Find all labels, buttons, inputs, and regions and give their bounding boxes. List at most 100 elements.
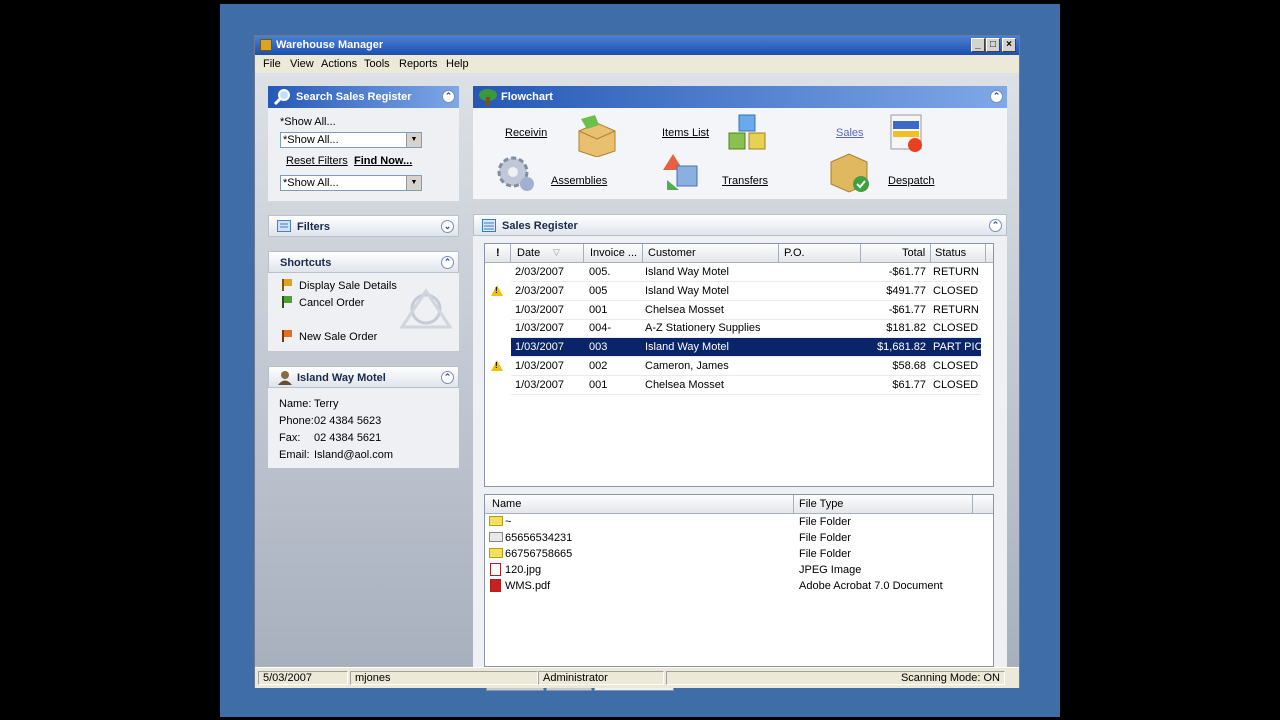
shortcut-cancel-order[interactable]: Cancel Order <box>299 297 364 309</box>
menu-help[interactable]: Help <box>446 58 469 70</box>
flowchart-panel-body: Receivin Items List Sales Assemblies Tra… <box>473 108 1007 199</box>
col-file-type[interactable]: File Type <box>799 498 843 510</box>
cell-date: 1/03/2007 <box>515 303 564 316</box>
cell-customer: Island Way Motel <box>645 341 729 354</box>
search-panel-header[interactable]: Search Sales Register ⌃ <box>268 86 459 108</box>
close-button[interactable]: × <box>1002 38 1016 52</box>
filters-panel-header[interactable]: Filters ⌄ <box>268 215 459 237</box>
warning-icon <box>491 284 503 296</box>
despatch-box-check-icon[interactable] <box>827 150 875 194</box>
list-item[interactable]: WMS.pdf Adobe Acrobat 7.0 Document <box>489 578 989 594</box>
collapse-up-icon[interactable]: ⌃ <box>989 219 1002 232</box>
menu-file[interactable]: File <box>263 58 281 70</box>
file-type: File Folder <box>799 516 851 528</box>
search-label: *Show All... <box>280 116 336 128</box>
chevron-down-icon[interactable]: ▼ <box>406 176 421 190</box>
menu-bar: File View Actions Tools Reports Help <box>255 55 1019 73</box>
list-item[interactable]: 120.jpg JPEG Image <box>489 562 989 578</box>
cell-total: $58.68 <box>892 360 926 372</box>
table-row[interactable]: 2/03/2007 005. Island Way Motel -$61.77 RETU… <box>511 263 981 282</box>
table-row[interactable]: 1/03/2007 004- A-Z Stationery Supplies $181… <box>511 319 981 339</box>
flag-yellow-icon <box>282 279 292 291</box>
chevron-down-icon[interactable]: ▼ <box>406 133 421 147</box>
cell-customer: A-Z Stationery Supplies <box>645 322 761 335</box>
table-row[interactable]: 1/03/2007 001 Chelsea Mosset $61.77 CLOSED <box>511 376 981 395</box>
flowchart-icon <box>479 89 497 106</box>
collapse-up-icon[interactable]: ⌃ <box>441 256 454 269</box>
table-row[interactable]: 1/03/2007 003 Island Way Motel $1,681.82 PAR… <box>511 338 983 358</box>
table-row[interactable]: 1/03/2007 002 Cameron, James $58.68 CLOSED <box>511 357 981 376</box>
collapse-up-icon[interactable]: ⌃ <box>442 90 455 103</box>
app-window: Warehouse Manager _ □ × File View Action… <box>254 35 1020 691</box>
cell-customer: Chelsea Mosset <box>645 378 724 391</box>
col-invoice[interactable]: Invoice ... <box>590 247 637 259</box>
find-now-link[interactable]: Find Now... <box>354 155 412 167</box>
sales-register-title: Sales Register <box>502 220 578 232</box>
shortcut-display-sale-details[interactable]: Display Sale Details <box>299 280 397 292</box>
flowchart-despatch-link[interactable]: Despatch <box>888 175 934 187</box>
filters-panel-title: Filters <box>297 221 331 233</box>
flowchart-transfers-link[interactable]: Transfers <box>722 175 768 187</box>
customer-email[interactable]: Island@aol.com <box>314 449 393 461</box>
flowchart-panel-title: Flowchart <box>501 91 553 103</box>
col-name[interactable]: Name <box>492 498 521 510</box>
flowchart-items-list-link[interactable]: Items List <box>662 127 709 139</box>
contact-icon <box>278 371 292 385</box>
collapse-up-icon[interactable]: ⌃ <box>990 90 1003 103</box>
assemblies-gears-icon[interactable] <box>493 150 541 194</box>
customer-phone: 02 4384 5623 <box>314 415 382 427</box>
flag-green-icon <box>282 296 292 308</box>
col-flag[interactable]: ! <box>496 247 500 259</box>
cell-invoice: 003 <box>589 341 608 354</box>
reset-filters-link[interactable]: Reset Filters <box>286 155 348 167</box>
cell-customer: Cameron, James <box>645 360 729 372</box>
col-status[interactable]: Status <box>935 247 966 259</box>
flowchart-assemblies-link[interactable]: Assemblies <box>551 175 607 187</box>
cell-date: 1/03/2007 <box>515 378 564 391</box>
expand-down-icon[interactable]: ⌄ <box>441 220 454 233</box>
collapse-up-icon[interactable]: ⌃ <box>441 371 454 384</box>
col-date[interactable]: Date <box>517 247 540 259</box>
maximize-button[interactable]: □ <box>986 38 1000 52</box>
combo-value: *Show All... <box>283 134 339 146</box>
cell-total: -$61.77 <box>888 266 926 278</box>
cell-total: $61.77 <box>892 378 926 391</box>
list-item[interactable]: ~ File Folder <box>489 514 989 530</box>
flowchart-sales-link[interactable]: Sales <box>836 127 864 139</box>
items-list-blocks-icon[interactable] <box>725 113 771 157</box>
col-po[interactable]: P.O. <box>784 247 805 259</box>
flowchart-receiving-link[interactable]: Receivin <box>505 127 547 139</box>
col-customer[interactable]: Customer <box>648 247 696 259</box>
menu-tools[interactable]: Tools <box>364 58 390 70</box>
table-row[interactable]: 1/03/2007 001 Chelsea Mosset -$61.77 RETURN <box>511 301 981 320</box>
sales-register-header[interactable]: Sales Register ⌃ <box>473 214 1007 236</box>
cell-status: CLOSED <box>933 322 979 335</box>
menu-actions[interactable]: Actions <box>321 58 357 70</box>
customer-fax: 02 4384 5621 <box>314 432 382 444</box>
table-row[interactable]: 2/03/2007 005 Island Way Motel $491.77 CLOSE… <box>511 282 981 301</box>
transfers-arrows-icon[interactable] <box>659 150 705 194</box>
sort-descending-icon: ▽ <box>553 247 560 257</box>
phone-label: Phone: <box>279 415 314 427</box>
receiving-box-icon[interactable] <box>573 113 621 157</box>
status-user: mjones <box>350 671 538 685</box>
sales-card-icon[interactable] <box>887 113 933 157</box>
search-icon <box>273 89 290 106</box>
cell-customer: Island Way Motel <box>645 284 729 297</box>
status-date: 5/03/2007 <box>258 671 348 685</box>
menu-reports[interactable]: Reports <box>399 58 438 70</box>
search-combo-2[interactable]: *Show All... ▼ <box>280 175 422 191</box>
cell-date: 1/03/2007 <box>515 341 564 354</box>
shortcut-new-sale-order[interactable]: New Sale Order <box>299 331 377 343</box>
customer-panel-header[interactable]: Island Way Motel ⌃ <box>268 366 459 388</box>
list-item[interactable]: 65656534231 File Folder <box>489 530 989 546</box>
minimize-button[interactable]: _ <box>971 38 985 52</box>
cell-status: RETURN <box>933 266 979 278</box>
col-total[interactable]: Total <box>902 247 925 259</box>
menu-view[interactable]: View <box>290 58 314 70</box>
flowchart-panel-header[interactable]: Flowchart ⌃ <box>473 86 1007 108</box>
shortcuts-panel-header[interactable]: Shortcuts ⌃ <box>268 251 459 273</box>
email-label: Email: <box>279 449 310 461</box>
list-item[interactable]: 66756758665 File Folder <box>489 546 989 562</box>
search-combo-1[interactable]: *Show All... ▼ <box>280 132 422 148</box>
